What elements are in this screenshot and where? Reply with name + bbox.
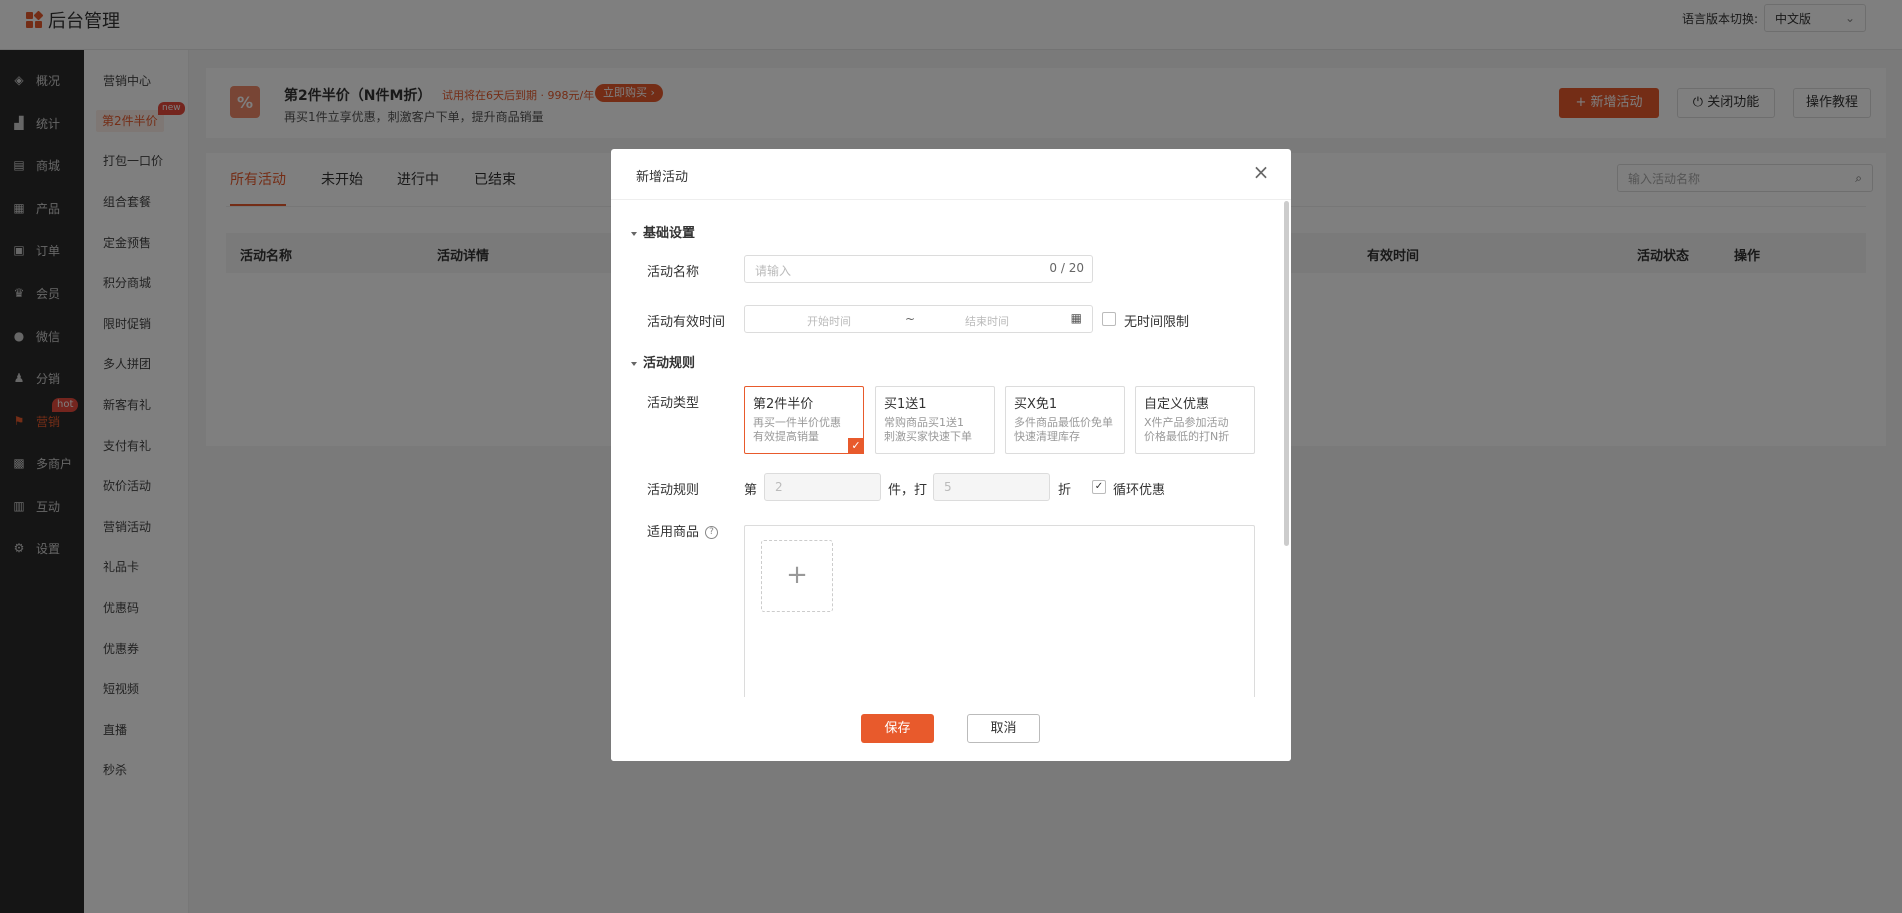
collapse-icon[interactable] bbox=[631, 231, 637, 236]
type-desc: 快速清理库存 bbox=[1014, 430, 1080, 443]
discount-value: 5 bbox=[944, 480, 952, 494]
range-separator: ~ bbox=[905, 312, 916, 326]
calendar-icon[interactable]: ▦ bbox=[1071, 311, 1082, 325]
rule-suffix: 折 bbox=[1058, 483, 1072, 498]
type-desc: 再买一件半价优惠 bbox=[753, 416, 841, 429]
date-range-picker[interactable]: 开始时间 ~ 结束时间 ▦ bbox=[744, 305, 1093, 333]
type-desc: X件产品参加活动 bbox=[1144, 416, 1229, 429]
type-name: 第2件半价 bbox=[753, 397, 814, 412]
add-activity-dialog: 新增活动 × 基础设置 活动名称 请输入 0 / 20 活动有效时间 开始时间 … bbox=[611, 149, 1291, 761]
type-desc: 多件商品最低价免单 bbox=[1014, 416, 1113, 429]
start-time-placeholder[interactable]: 开始时间 bbox=[807, 313, 851, 329]
no-time-limit-checkbox[interactable] bbox=[1102, 312, 1116, 326]
activity-name-input[interactable]: 请输入 0 / 20 bbox=[744, 255, 1093, 283]
check-icon: ✓ bbox=[848, 438, 864, 454]
cancel-button[interactable]: 取消 bbox=[967, 714, 1040, 743]
type-desc: 常购商品买1送1 bbox=[884, 416, 964, 429]
type-name: 买1送1 bbox=[884, 397, 927, 412]
discount-input[interactable]: 5 bbox=[933, 473, 1050, 501]
end-time-placeholder[interactable]: 结束时间 bbox=[965, 313, 1009, 329]
activity-name-label: 活动名称 bbox=[647, 265, 700, 280]
no-time-limit-label: 无时间限制 bbox=[1124, 315, 1190, 330]
section-basic-title: 基础设置 bbox=[643, 226, 696, 241]
section-rules: 活动规则 bbox=[631, 352, 695, 371]
type-card-half-price[interactable]: 第2件半价 再买一件半价优惠 有效提高销量 ✓ bbox=[744, 386, 864, 454]
loop-discount-checkbox[interactable]: ✓ bbox=[1092, 480, 1106, 494]
section-basic: 基础设置 bbox=[631, 222, 695, 241]
close-icon[interactable]: × bbox=[1251, 162, 1271, 183]
activity-name-placeholder: 请输入 bbox=[755, 264, 792, 278]
type-desc: 价格最低的打N折 bbox=[1144, 430, 1230, 443]
dialog-scrollbar[interactable] bbox=[1284, 201, 1289, 546]
plus-icon: + bbox=[786, 560, 808, 590]
type-card-buy-one-get-one[interactable]: 买1送1 常购商品买1送1 刺激买家快速下单 bbox=[875, 386, 995, 454]
rule-prefix: 第 bbox=[744, 483, 758, 498]
dialog-header: 新增活动 × bbox=[611, 149, 1291, 200]
type-name: 自定义优惠 bbox=[1144, 397, 1210, 412]
valid-time-label: 活动有效时间 bbox=[647, 315, 726, 330]
collapse-icon[interactable] bbox=[631, 361, 637, 366]
type-card-custom[interactable]: 自定义优惠 X件产品参加活动 价格最低的打N折 bbox=[1135, 386, 1255, 454]
save-button[interactable]: 保存 bbox=[861, 714, 934, 743]
type-desc: 刺激买家快速下单 bbox=[884, 430, 972, 443]
add-goods-button[interactable]: + bbox=[761, 540, 833, 612]
char-count: 0 / 20 bbox=[1049, 261, 1084, 275]
type-card-buy-x-free-one[interactable]: 买X免1 多件商品最低价免单 快速清理库存 bbox=[1005, 386, 1125, 454]
dialog-title: 新增活动 bbox=[636, 170, 689, 185]
applicable-goods-text: 适用商品 bbox=[647, 525, 700, 540]
help-icon[interactable]: ? bbox=[705, 526, 719, 539]
dialog-footer: 保存 取消 bbox=[611, 697, 1291, 761]
type-desc: 有效提高销量 bbox=[753, 430, 819, 443]
piece-number-input[interactable]: 2 bbox=[764, 473, 881, 501]
activity-rule-label: 活动规则 bbox=[647, 483, 700, 498]
goods-selector: + bbox=[744, 525, 1255, 715]
piece-number-value: 2 bbox=[775, 480, 783, 494]
loop-discount-label: 循环优惠 bbox=[1113, 483, 1166, 498]
activity-type-label: 活动类型 bbox=[647, 396, 700, 411]
rule-mid: 件，打 bbox=[888, 483, 928, 498]
type-name: 买X免1 bbox=[1014, 397, 1058, 412]
applicable-goods-label: 适用商品? bbox=[647, 521, 719, 540]
section-rules-title: 活动规则 bbox=[643, 356, 696, 371]
